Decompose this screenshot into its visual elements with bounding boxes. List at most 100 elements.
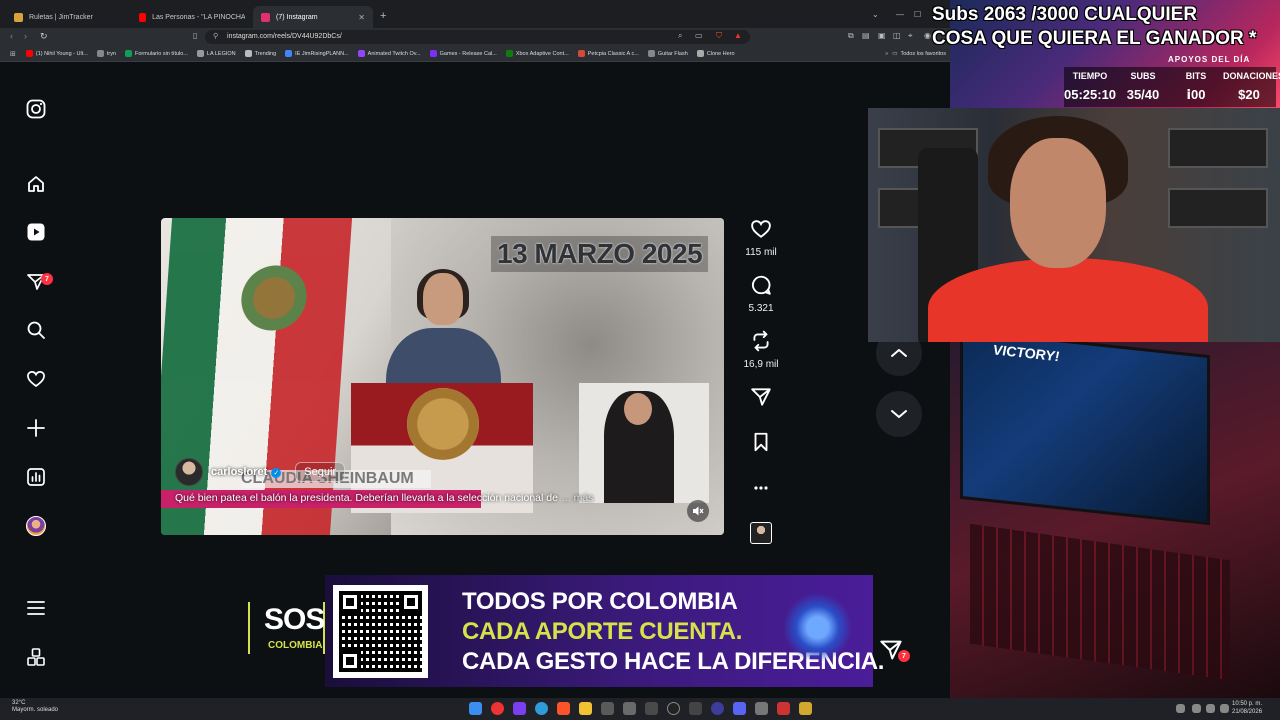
app-icon[interactable]: [711, 702, 724, 715]
reel-caption[interactable]: Qué bien patea el balón la presidenta. D…: [175, 492, 593, 504]
app-icon[interactable]: [689, 702, 702, 715]
bookmark-item[interactable]: tryn: [96, 50, 116, 57]
caption-more-link[interactable]: ... más: [562, 492, 594, 504]
tab-youtube[interactable]: Las Personas - "LA PINOCHA" - YouT: [131, 6, 253, 28]
avatar-image: [26, 516, 46, 536]
app-icon[interactable]: [777, 702, 790, 715]
bookmark-item[interactable]: Clone Hero: [696, 50, 735, 57]
all-favorites-folder[interactable]: ▭ Todos los favoritos: [892, 51, 946, 57]
volume-icon[interactable]: [1220, 704, 1229, 713]
maximize-icon[interactable]: ☐: [914, 10, 921, 19]
close-tab-icon[interactable]: ✕: [358, 13, 365, 22]
reload-icon[interactable]: ↻: [40, 31, 48, 42]
network-icon[interactable]: [1206, 704, 1215, 713]
zoom-icon[interactable]: ⌕: [678, 31, 682, 41]
instagram-logo-icon[interactable]: [22, 95, 50, 123]
bookmark-page-icon[interactable]: ▯: [193, 31, 197, 40]
settings-icon[interactable]: [755, 702, 768, 715]
profile-avatar[interactable]: [22, 512, 50, 540]
ellipsis-icon: [754, 486, 768, 490]
speaker-head: [423, 273, 463, 325]
pin-icon[interactable]: ⌖: [908, 31, 913, 41]
minimize-icon[interactable]: —: [896, 10, 904, 19]
bookmark-item[interactable]: Formulario sin título...: [125, 50, 188, 57]
reels-icon[interactable]: [22, 218, 50, 246]
bookmark-item[interactable]: Trending: [244, 50, 276, 57]
edge-icon[interactable]: [535, 702, 548, 715]
brave-rewards-icon[interactable]: ▲: [734, 31, 742, 40]
tray-chevron-icon[interactable]: [1176, 704, 1185, 713]
weather-widget[interactable]: 32°C Mayorm. soleado: [12, 700, 58, 714]
apps-grid-icon[interactable]: ⊞: [10, 50, 16, 58]
discord-icon[interactable]: [733, 702, 746, 715]
more-menu-icon[interactable]: [22, 594, 50, 622]
messages-icon[interactable]: 7: [22, 268, 53, 296]
bookmark-favicon: [244, 50, 252, 57]
obs-icon[interactable]: [667, 702, 680, 715]
create-plus-icon[interactable]: [22, 414, 50, 442]
app-icon[interactable]: [491, 702, 504, 715]
tab-ruletas[interactable]: Ruletas | JimTracker: [6, 6, 131, 28]
app-icon[interactable]: [799, 702, 812, 715]
home-icon[interactable]: [22, 170, 50, 198]
bookmark-item[interactable]: Guitar Flash: [647, 50, 688, 57]
tab-instagram[interactable]: (7) Instagram ✕: [253, 6, 373, 28]
app-icon[interactable]: [623, 702, 636, 715]
bookmark-item[interactable]: Animated Twitch Ov...: [357, 50, 421, 57]
file-explorer-icon[interactable]: [579, 702, 592, 715]
repost-action[interactable]: 16,9 mil: [740, 330, 782, 370]
reel-video[interactable]: 13 MARZO 2025 CLAUDIA SHEINBAUM carloslo…: [161, 218, 724, 535]
site-info-icon[interactable]: ⚲: [213, 30, 218, 44]
follow-button[interactable]: Seguir: [295, 462, 346, 482]
bookmark-item[interactable]: LA LEGION: [196, 50, 236, 57]
sidebar-toggle-icon[interactable]: ▤: [862, 31, 870, 40]
bookmark-item[interactable]: (1) Nihil Young - Ult...: [25, 50, 88, 57]
next-reel-button[interactable]: [876, 391, 922, 437]
forward-icon[interactable]: ›: [24, 31, 27, 41]
vpn-icon[interactable]: ◫: [893, 31, 901, 40]
bookmark-item[interactable]: Xbox Adaptive Cont...: [505, 50, 569, 57]
more-options-action[interactable]: [740, 480, 782, 498]
dashboard-icon[interactable]: [22, 463, 50, 491]
tab-search-icon[interactable]: ⌄: [872, 10, 879, 19]
audio-thumbnail[interactable]: [750, 522, 772, 544]
share-action[interactable]: [740, 386, 782, 413]
author-name[interactable]: carlosloret ✓: [211, 466, 282, 478]
brave-icon[interactable]: [557, 702, 570, 715]
system-clock[interactable]: 10:50 p. m. 21/08/2026: [1232, 700, 1262, 716]
messages-float-button[interactable]: 7: [878, 638, 910, 666]
crystal-gem-graphic: [780, 590, 855, 665]
save-action[interactable]: [740, 431, 782, 458]
app-icon[interactable]: [513, 702, 526, 715]
tray-icon[interactable]: [1192, 704, 1201, 713]
wallet-icon[interactable]: ▣: [878, 31, 886, 40]
bookmark-favicon: [125, 50, 133, 57]
comment-action[interactable]: 5.321: [740, 274, 782, 314]
cast-icon[interactable]: ▭: [695, 31, 703, 40]
more-bookmarks-icon[interactable]: »: [885, 51, 888, 57]
profile-icon[interactable]: ◉: [924, 31, 931, 40]
author-avatar[interactable]: [175, 458, 203, 486]
app-icon[interactable]: [645, 702, 658, 715]
bookmark-favicon: [647, 50, 655, 57]
url-input[interactable]: ⚲ instagram.com/reels/DV44U92DbCs/: [205, 30, 750, 44]
bookmark-item[interactable]: Petcpia Classic A c...: [577, 50, 639, 57]
start-icon[interactable]: [469, 702, 482, 715]
app-icon[interactable]: [601, 702, 614, 715]
extensions-icon[interactable]: ⧉: [848, 31, 854, 41]
like-action[interactable]: 115 mil: [740, 218, 782, 258]
sos-colombia-logo: SOS COLOMBIA: [248, 602, 325, 654]
streamer-face: [1010, 138, 1106, 268]
back-icon[interactable]: ‹: [10, 31, 13, 41]
webcam-feed: [868, 108, 1280, 342]
new-tab-button[interactable]: +: [380, 10, 386, 22]
also-from-meta-icon[interactable]: [22, 643, 50, 671]
brave-shield-icon[interactable]: ⛉: [716, 31, 722, 41]
sos-logo-text: SOS: [264, 603, 325, 636]
mute-button[interactable]: [687, 500, 709, 522]
bookmark-item[interactable]: Games - Release Cal...: [429, 50, 497, 57]
bookmark-item[interactable]: IE JimRisingPLANN...: [285, 50, 349, 57]
notifications-heart-icon[interactable]: [22, 365, 50, 393]
search-icon[interactable]: [22, 316, 50, 344]
repost-count: 16,9 mil: [743, 359, 779, 370]
